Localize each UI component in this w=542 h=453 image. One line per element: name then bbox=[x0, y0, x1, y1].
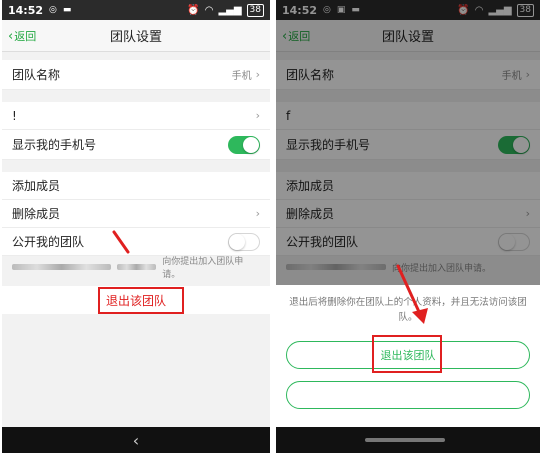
team-name-value: 手机 bbox=[231, 71, 252, 82]
show-phone-toggle[interactable] bbox=[228, 135, 260, 154]
show-phone-label: 显示我的手机号 bbox=[12, 138, 97, 152]
public-team-label: 公开我的团队 bbox=[12, 235, 85, 249]
chevron-right-icon: › bbox=[255, 109, 260, 122]
public-team-row: 公开我的团队 bbox=[2, 228, 270, 256]
red-arrow-icon bbox=[396, 264, 428, 324]
signal-icon: ▂▄▆ bbox=[218, 4, 242, 16]
status-time: 14:52 bbox=[8, 3, 44, 17]
red-arrow-icon bbox=[112, 230, 130, 254]
notification-icon: ◎ bbox=[49, 5, 57, 15]
back-label: 返回 bbox=[14, 30, 37, 43]
battery-icon: 38 bbox=[246, 3, 264, 17]
blurred-watermark bbox=[365, 438, 445, 442]
add-member-label: 添加成员 bbox=[12, 179, 61, 193]
blurred-text bbox=[12, 264, 111, 270]
message-icon: ▬ bbox=[62, 5, 72, 15]
add-member-row[interactable]: 添加成员 bbox=[2, 172, 270, 200]
nav-bar: ‹ 返回 团队设置 bbox=[2, 20, 270, 52]
left-phone-screen: 14:52 ◎ ▬ ⏰ ◠ ▂▄▆ 38 ‹ 返回 团队设置 团队名称 手机 ›… bbox=[2, 0, 270, 453]
bottom-nav-bar: ‹ bbox=[2, 427, 270, 453]
page-title: 团队设置 bbox=[109, 30, 162, 45]
nickname-label: ! bbox=[12, 108, 17, 123]
team-name-label: 团队名称 bbox=[12, 68, 61, 82]
back-arrow-icon[interactable]: ‹ bbox=[133, 431, 139, 450]
chevron-left-icon: ‹ bbox=[8, 28, 14, 44]
show-phone-row: 显示我的手机号 bbox=[2, 130, 270, 160]
chevron-right-icon: › bbox=[255, 68, 260, 81]
highlight-box bbox=[372, 335, 442, 373]
right-phone-screen: 14:52 ◎ ▣ ▬ ⏰ ◠ ▂▄▆ 38 ‹ 返回 团队设置 团队名称 手机… bbox=[276, 0, 540, 453]
remove-member-row[interactable]: 删除成员 › bbox=[2, 200, 270, 228]
hint-text: 向你提出加入团队申请。 bbox=[162, 257, 244, 280]
remove-member-label: 删除成员 bbox=[12, 207, 61, 221]
back-button[interactable]: ‹ 返回 bbox=[8, 28, 36, 44]
status-bar: 14:52 ◎ ▬ ⏰ ◠ ▂▄▆ 38 bbox=[2, 0, 270, 20]
public-team-hint: 向你提出加入团队申请。 bbox=[2, 257, 270, 280]
chevron-right-icon: › bbox=[255, 207, 260, 220]
cancel-button[interactable] bbox=[286, 381, 530, 409]
bottom-nav-bar bbox=[276, 427, 540, 453]
public-team-toggle[interactable] bbox=[228, 232, 260, 251]
nickname-row[interactable]: ! › bbox=[2, 102, 270, 130]
blurred-text bbox=[116, 264, 157, 270]
wifi-icon: ◠ bbox=[204, 4, 214, 16]
team-name-row[interactable]: 团队名称 手机 › bbox=[2, 60, 270, 90]
alarm-icon: ⏰ bbox=[187, 4, 200, 16]
highlight-box bbox=[98, 287, 184, 314]
